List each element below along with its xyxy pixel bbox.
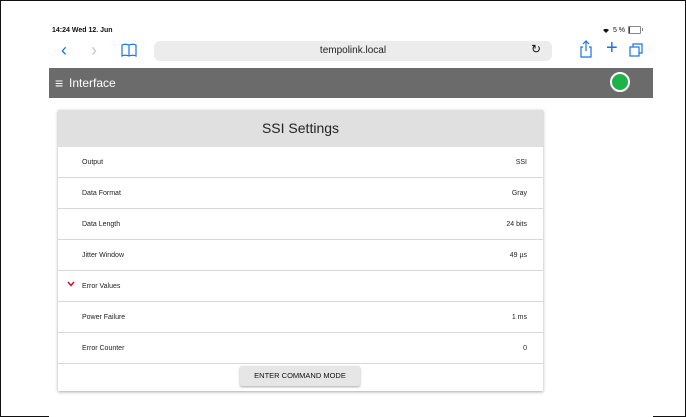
browser-toolbar: ‹ › tempolink.local ↻ + <box>49 37 653 64</box>
ssi-settings-card: SSI Settings Output SSI Data Format Gray… <box>58 110 543 391</box>
row-value: Gray <box>511 190 527 197</box>
row-label: Jitter Window <box>82 252 125 259</box>
row-label: Error Counter <box>82 345 125 352</box>
settings-row-error-counter[interactable]: Error Counter 0 <box>58 333 543 364</box>
status-bar: 14:24 Wed 12. Jun 5 % <box>49 24 653 38</box>
enter-command-mode-button[interactable]: ENTER COMMAND MODE <box>240 366 360 386</box>
hamburger-menu-icon[interactable]: ≡ <box>55 75 63 91</box>
new-tab-button[interactable]: + <box>606 37 618 60</box>
row-label: Data Length <box>82 221 121 228</box>
status-right: 5 % <box>602 26 643 34</box>
settings-row-error-values[interactable]: Error Values <box>58 271 543 302</box>
app-title: Interface <box>69 76 116 90</box>
row-value: 1 ms <box>511 314 527 321</box>
row-value: SSI <box>515 159 527 166</box>
address-bar[interactable]: tempolink.local <box>154 41 552 61</box>
battery-icon <box>628 26 643 34</box>
url-text: tempolink.local <box>319 45 387 56</box>
row-value: 0 <box>523 345 527 352</box>
row-value: 49 µs <box>509 252 527 259</box>
tablet-screen: 14:24 Wed 12. Jun 5 % ‹ › tempolink.loca… <box>49 24 653 417</box>
battery-percent: 5 % <box>612 26 625 34</box>
row-label: Error Values <box>82 283 121 290</box>
settings-row-data-format[interactable]: Data Format Gray <box>58 178 543 209</box>
settings-row-data-length[interactable]: Data Length 24 bits <box>58 209 543 240</box>
row-label: Data Format <box>82 190 121 197</box>
connection-status-indicator <box>610 72 630 92</box>
settings-row-jitter-window[interactable]: Jitter Window 49 µs <box>58 240 543 271</box>
share-icon[interactable] <box>579 40 593 58</box>
tabs-icon[interactable] <box>629 43 643 57</box>
row-label: Power Failure <box>82 314 126 321</box>
app-bar: ≡ Interface <box>49 68 653 98</box>
battery-level <box>629 27 630 33</box>
row-value: 24 bits <box>506 221 527 228</box>
forward-button[interactable]: › <box>91 40 97 60</box>
back-button[interactable]: ‹ <box>61 40 67 60</box>
chevron-down-icon[interactable] <box>67 281 75 287</box>
settings-row-power-failure[interactable]: Power Failure 1 ms <box>58 302 543 333</box>
status-time: 14:24 Wed 12. Jun <box>52 27 113 34</box>
bookmarks-icon[interactable] <box>121 43 137 57</box>
card-title: SSI Settings <box>58 110 543 147</box>
reload-icon[interactable]: ↻ <box>531 42 541 56</box>
row-label: Output <box>82 159 104 166</box>
wifi-icon <box>602 28 609 33</box>
settings-row-output[interactable]: Output SSI <box>58 147 543 178</box>
